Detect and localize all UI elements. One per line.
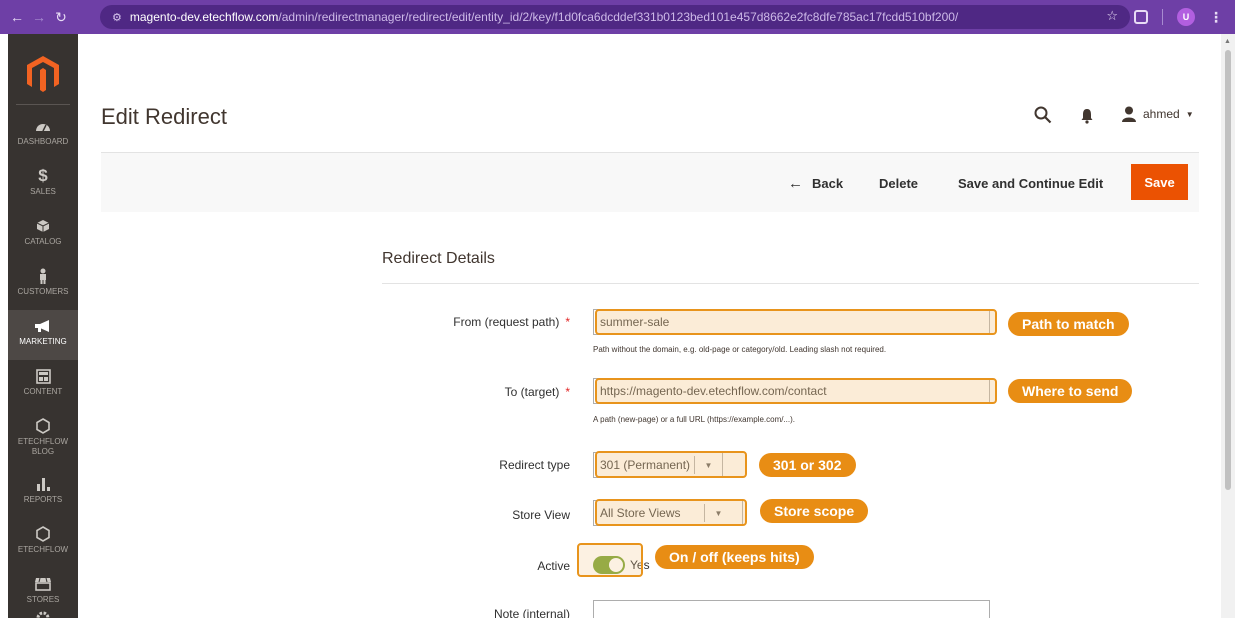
fieldset-divider: [382, 283, 1199, 284]
sidebar-item-catalog[interactable]: Catalog: [8, 210, 78, 260]
sidebar-item-reports[interactable]: Reports: [8, 468, 78, 518]
arrow-left-icon: ←: [788, 174, 803, 192]
from-label: From (request path) *: [453, 315, 570, 329]
active-label: Active: [537, 559, 570, 573]
admin-sidebar: Dashboard $ Sales Catalog Customers Mark…: [8, 34, 78, 618]
sidebar-item-label: Sales: [30, 187, 56, 196]
username: ahmed: [1143, 107, 1180, 121]
sidebar-item-label: Etechflow Blog: [17, 437, 69, 456]
sidebar-item-label: Etechflow: [17, 545, 69, 554]
redirect-type-highlight: [595, 451, 747, 478]
required-asterisk: *: [565, 385, 570, 399]
to-hint: A path (new-page) or a full URL (https:/…: [593, 415, 796, 424]
reload-icon[interactable]: ↻: [50, 9, 72, 26]
toolbar-divider: [1162, 9, 1163, 25]
sidebar-item-customers[interactable]: Customers: [8, 260, 78, 310]
bookmark-star-icon[interactable]: ☆: [1106, 8, 1118, 24]
sidebar-item-label: Marketing: [19, 337, 67, 346]
layout-icon: [35, 366, 51, 386]
sidebar-item-etechflow[interactable]: Etechflow: [8, 518, 78, 568]
search-icon[interactable]: [1034, 106, 1052, 124]
dollar-icon: $: [38, 166, 48, 185]
url-path: /admin/redirectmanager/redirect/edit/ent…: [278, 10, 959, 24]
page-actions-bar: ← Back Delete Save and Continue Edit Sav…: [101, 152, 1199, 212]
callout-from: Path to match: [1008, 312, 1129, 336]
delete-button[interactable]: Delete: [879, 153, 918, 213]
sidebar-item-sales[interactable]: $ Sales: [8, 160, 78, 210]
magento-logo-icon[interactable]: [24, 54, 62, 92]
save-and-continue-button[interactable]: Save and Continue Edit: [958, 153, 1103, 213]
callout-active: On / off (keeps hits): [655, 545, 814, 569]
back-arrow-icon[interactable]: ←: [6, 9, 28, 25]
megaphone-icon: [34, 316, 52, 336]
box-icon: [36, 216, 50, 236]
sidebar-item-dashboard[interactable]: Dashboard: [8, 110, 78, 160]
scrollbar-thumb[interactable]: [1225, 50, 1231, 490]
to-highlight: [595, 378, 997, 404]
user-icon: [1122, 106, 1136, 122]
user-menu[interactable]: ahmed ▼: [1121, 106, 1194, 122]
site-settings-icon[interactable]: ⚙: [112, 11, 122, 24]
logo-divider: [16, 104, 70, 105]
back-label: Back: [812, 175, 844, 191]
forward-arrow-icon[interactable]: →: [28, 9, 50, 25]
notifications-bell-icon[interactable]: [1080, 108, 1094, 124]
hexagon-icon: [36, 416, 50, 436]
store-view-highlight: [595, 499, 747, 526]
person-icon: [38, 266, 48, 286]
sidebar-item-label: Content: [23, 387, 63, 396]
browser-menu-icon[interactable]: ⋮: [1209, 9, 1223, 26]
note-textarea[interactable]: [593, 600, 990, 618]
sidebar-item-label: Reports: [23, 495, 63, 504]
extensions-icon[interactable]: [1134, 10, 1148, 24]
sidebar-item-label: Customers: [17, 287, 69, 296]
profile-avatar[interactable]: U: [1177, 8, 1195, 26]
hexagon-icon: [36, 524, 50, 544]
sidebar-item-content[interactable]: Content: [8, 360, 78, 410]
callout-store-view: Store scope: [760, 499, 869, 523]
url-host: magento-dev.etechflow.com: [129, 10, 279, 24]
sidebar-item-system[interactable]: [8, 604, 78, 618]
note-label: Note (internal): [493, 607, 570, 618]
gear-icon: [35, 610, 51, 618]
page-scrollbar[interactable]: ▲: [1221, 34, 1235, 618]
from-highlight: [595, 309, 997, 335]
redirect-type-label: Redirect type: [499, 458, 570, 472]
sidebar-item-etechflow-blog[interactable]: Etechflow Blog: [8, 410, 78, 468]
sidebar-item-marketing[interactable]: Marketing: [8, 310, 78, 360]
sidebar-item-label: Dashboard: [17, 137, 69, 146]
browser-toolbar: ← → ↻ ⚙ magento-dev.etechflow.com/admin/…: [0, 0, 1235, 34]
sidebar-item-label: Catalog: [24, 237, 62, 246]
scroll-up-arrow-icon[interactable]: ▲: [1224, 38, 1231, 45]
to-label: To (target) *: [504, 385, 570, 399]
address-bar[interactable]: ⚙ magento-dev.etechflow.com/admin/redire…: [100, 5, 1130, 29]
page-title: Edit Redirect: [101, 104, 227, 129]
active-highlight: [577, 543, 643, 577]
required-asterisk: *: [565, 315, 570, 329]
store-view-label: Store View: [512, 508, 570, 522]
from-hint: Path without the domain, e.g. old-page o…: [593, 345, 887, 354]
back-button[interactable]: ← Back: [788, 153, 843, 213]
chevron-down-icon: ▼: [1185, 109, 1194, 119]
callout-to: Where to send: [1008, 379, 1133, 403]
dashboard-icon: [35, 116, 51, 136]
save-button[interactable]: Save: [1131, 164, 1188, 200]
store-icon: [34, 574, 52, 594]
bar-chart-icon: [35, 474, 51, 494]
fieldset-title: Redirect Details: [382, 250, 495, 267]
callout-redirect-type: 301 or 302: [759, 453, 856, 477]
